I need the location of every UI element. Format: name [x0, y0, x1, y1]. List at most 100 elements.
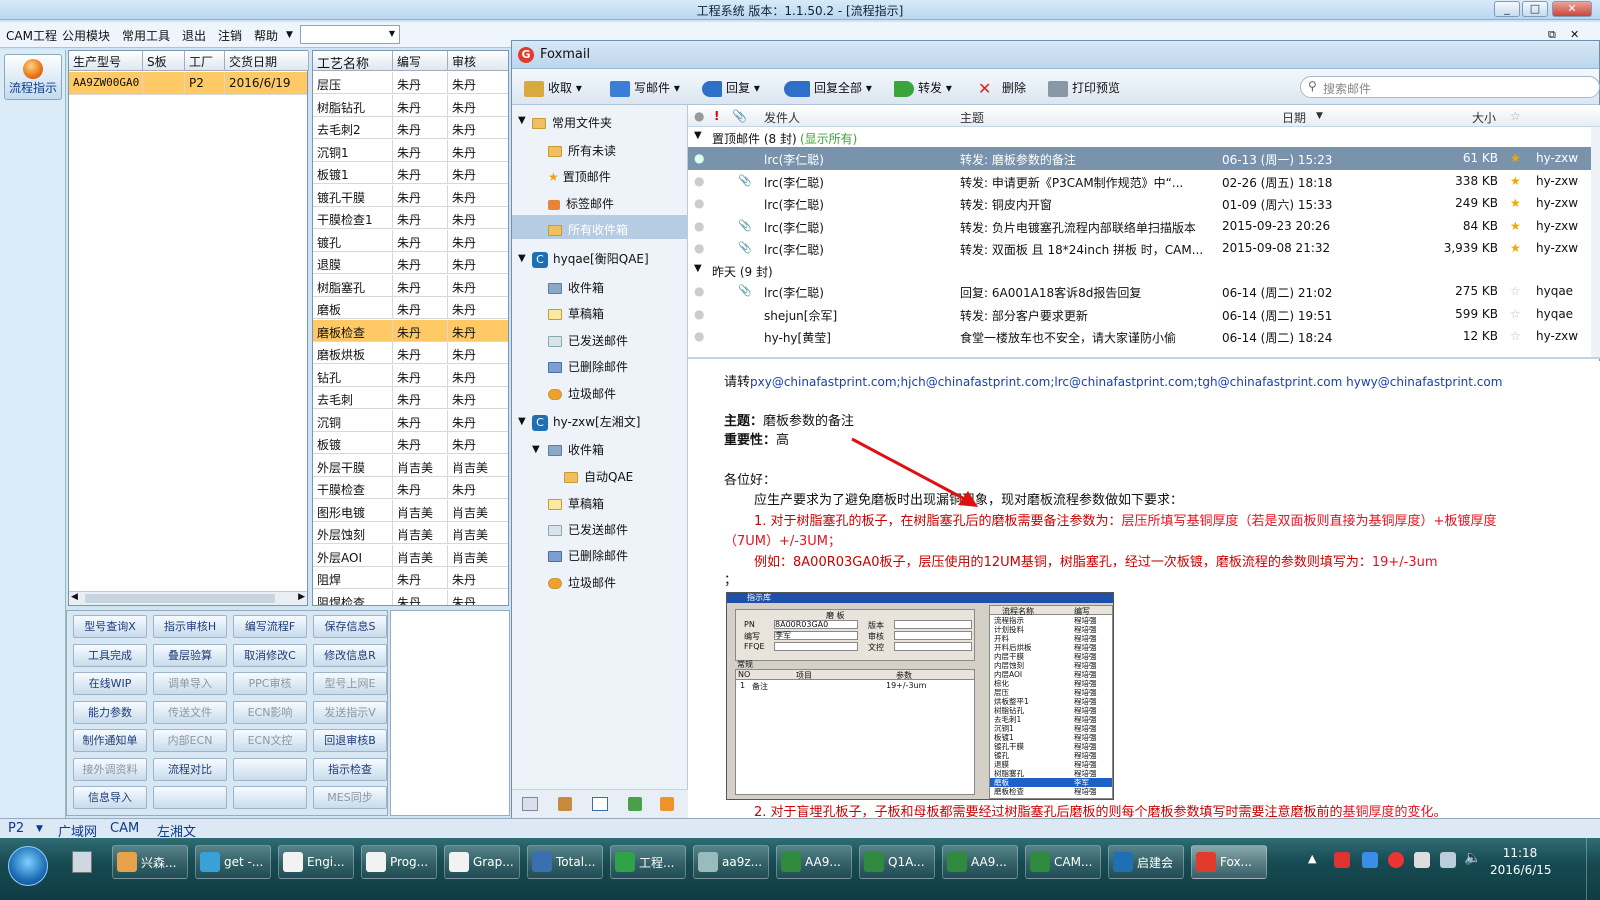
star-icon[interactable]: ★ [1510, 219, 1521, 233]
process-row[interactable]: 外层干膜 肖吉美 肖吉美 [313, 454, 508, 477]
menu-common-modules[interactable]: 公用模块 [62, 27, 110, 44]
function-button[interactable] [233, 757, 307, 781]
mail-row[interactable]: ● lrc(李仁聪) 回复: 6A001A18客诉8d报告回复 06-14 (周二) … [688, 280, 1600, 303]
tray-app-icon[interactable] [1334, 852, 1350, 868]
function-button[interactable]: MES同步 [313, 786, 387, 809]
attachment-col-icon[interactable]: 📎 [732, 109, 747, 123]
star-icon[interactable]: ☆ [1510, 307, 1521, 321]
mail-row[interactable]: ● hy-hy[黄莹] 食堂一楼放车也不安全，请大家谨防小偷 06-14 (周二) 1… [688, 325, 1600, 348]
forward-emails[interactable]: pxy@chinafastprint.com;hjch@chinafastpri… [750, 375, 1502, 389]
menu-help[interactable]: 帮助 [254, 27, 278, 44]
col-s-board[interactable]: S板 [143, 51, 185, 71]
account-hyqae[interactable]: Chyqae[衡阳QAE] [532, 250, 649, 268]
col-subject[interactable]: 主题 [960, 109, 984, 126]
mail-row[interactable]: ● lrc(李仁聪) 转发: 申请更新《P3CAM制作规范》中“... 02-26 (… [688, 170, 1600, 193]
priority-col-icon[interactable]: ! [714, 109, 719, 123]
folder-sent-2[interactable]: 已发送邮件 [548, 521, 628, 538]
col-process-name[interactable]: 工艺名称 [313, 51, 393, 71]
show-desktop-button[interactable] [1586, 838, 1600, 900]
function-button[interactable]: 型号上网E [313, 672, 387, 695]
function-button[interactable]: PPC审核 [233, 672, 307, 695]
process-row[interactable]: 阻焊检查 朱丹 朱丹 [313, 589, 508, 605]
folder-deleted-2[interactable]: 已删除邮件 [548, 547, 628, 564]
reply-all-button[interactable]: 回复全部 ▾ [784, 79, 872, 97]
clock[interactable]: 11:18 2016/6/15 [1490, 846, 1552, 877]
close-button[interactable]: ✕ [1552, 1, 1592, 17]
account-hy-zxw[interactable]: Chy-zxw[左湘文] [532, 413, 640, 431]
mail-row[interactable]: ● lrc(李仁聪) 转发: 负片电镀塞孔流程内部联络单扫描版本 2015-09-23… [688, 215, 1600, 238]
col-delivery-date[interactable]: 交货日期 [225, 51, 309, 71]
function-button[interactable]: ECN影响 [233, 700, 307, 724]
process-row[interactable]: 磨板烘板 朱丹 朱丹 [313, 342, 508, 364]
process-row[interactable]: 图形电镀 肖吉美 肖吉美 [313, 499, 508, 522]
process-row[interactable]: 板镀 朱丹 朱丹 [313, 432, 508, 454]
collapse-icon[interactable]: ▼ [518, 253, 526, 264]
sort-desc-icon[interactable]: ▼ [1316, 111, 1323, 121]
process-row[interactable]: 镀孔干膜 朱丹 朱丹 [313, 184, 508, 207]
process-row[interactable]: 阻焊 朱丹 朱丹 [313, 567, 508, 589]
start-button[interactable] [8, 846, 48, 886]
delete-button[interactable]: ✕ 删除 [978, 79, 1026, 97]
search-box[interactable]: ⚲ 搜索邮件 [1300, 76, 1600, 98]
function-button[interactable]: 修改信息R [313, 643, 387, 667]
col-reviewer[interactable]: 审核 [448, 51, 508, 71]
function-button[interactable]: 指示审核H [153, 615, 227, 638]
taskbar-item[interactable]: Prog... [361, 845, 437, 879]
chevron-down-icon[interactable]: ▼ [286, 30, 293, 40]
tray-expand-icon[interactable]: ▲ [1308, 852, 1316, 865]
taskbar-item[interactable]: 启建会 [1108, 845, 1184, 879]
taskbar-item[interactable]: aa9z... [693, 845, 769, 879]
function-button[interactable]: 传送文件 [153, 700, 227, 724]
function-button[interactable] [153, 786, 227, 809]
folder-inbox-2[interactable]: 收件箱 [548, 441, 604, 458]
col-size[interactable]: 大小 [1472, 109, 1496, 126]
folder-pinned[interactable]: ★ 置顶邮件 [548, 168, 611, 185]
collapse-icon[interactable]: ▼ [532, 444, 540, 455]
function-button[interactable]: 发送指示V [313, 700, 387, 724]
process-row[interactable]: 树脂塞孔 朱丹 朱丹 [313, 274, 508, 297]
taskbar-item[interactable]: AA9... [776, 845, 852, 879]
menu-exit[interactable]: 退出 [182, 27, 206, 44]
function-button[interactable]: 编写流程F [233, 615, 307, 638]
function-button[interactable]: 内部ECN [153, 729, 227, 752]
taskbar-item[interactable]: 工程... [610, 845, 686, 879]
folder-all-inbox[interactable]: 所有收件箱 [548, 221, 628, 238]
folder-drafts-1[interactable]: 草稿箱 [548, 305, 604, 322]
process-row[interactable]: 外层蚀刻 肖吉美 肖吉美 [313, 522, 508, 544]
folder-drafts-2[interactable]: 草稿箱 [548, 495, 604, 512]
process-row[interactable]: 外层AOI 肖吉美 肖吉美 [313, 544, 508, 567]
show-all-link[interactable]: (显示所有) [800, 130, 857, 147]
function-button[interactable]: 保存信息S [313, 615, 387, 638]
taskbar-item[interactable]: Grap... [444, 845, 520, 879]
function-button[interactable]: 取消修改C [233, 643, 307, 667]
horizontal-scrollbar[interactable]: ◀ ▶ [69, 591, 307, 605]
compose-button[interactable]: 写邮件 ▾ [610, 79, 680, 97]
star-icon[interactable]: ★ [1510, 174, 1521, 188]
tray-flag-icon[interactable] [1414, 852, 1430, 868]
mail-row[interactable]: ● lrc(李仁聪) 转发: 磨板参数的备注 06-13 (周一) 15:23 61 K… [688, 147, 1600, 170]
folder-tagged[interactable]: 标签邮件 [548, 195, 614, 212]
folder-sent-1[interactable]: 已发送邮件 [548, 332, 628, 349]
flow-indicator-button[interactable]: 流程指示 [4, 54, 62, 100]
menu-dropdown[interactable]: ▼ [300, 25, 400, 44]
collapse-icon[interactable]: ▼ [518, 416, 526, 427]
taskbar-item[interactable]: get -... [195, 845, 271, 879]
process-row[interactable]: 退膜 朱丹 朱丹 [313, 252, 508, 274]
folder-deleted-1[interactable]: 已删除邮件 [548, 358, 628, 375]
read-status-col-icon[interactable]: ● [694, 109, 704, 123]
receive-button[interactable]: 收取 ▾ [524, 79, 582, 97]
mail-icon[interactable] [522, 797, 538, 811]
rss-icon[interactable] [660, 797, 674, 811]
taskbar-item[interactable]: CAM... [1025, 845, 1101, 879]
taskbar-item[interactable]: Total... [527, 845, 603, 879]
col-sender[interactable]: 发件人 [764, 109, 800, 126]
tray-network-icon[interactable] [1440, 852, 1456, 868]
star-icon[interactable]: ★ [1510, 151, 1521, 165]
collapse-icon[interactable]: ▼ [694, 130, 702, 141]
folder-all-unread[interactable]: 所有未读 [548, 142, 616, 159]
chevron-down-icon[interactable]: ▼ [36, 824, 43, 834]
function-button[interactable]: 接外调资料 [73, 757, 147, 781]
taskbar-item[interactable]: Fox... [1191, 845, 1267, 879]
process-row[interactable]: 沉铜1 朱丹 朱丹 [313, 139, 508, 162]
common-folders-header[interactable]: 常用文件夹 [532, 114, 612, 131]
